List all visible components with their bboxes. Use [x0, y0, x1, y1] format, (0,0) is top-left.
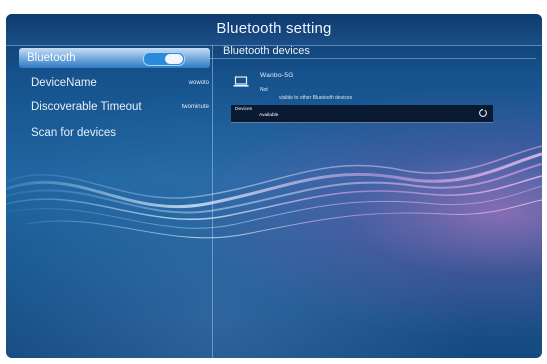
available-devices-bar: Devices Available [231, 105, 493, 123]
section-divider [207, 58, 536, 59]
device-name[interactable]: Wanbo-5G [260, 72, 294, 79]
laptop-icon [233, 76, 249, 87]
sidebar-item-label: Scan for devices [31, 127, 117, 139]
devices-label: Devices [235, 107, 253, 112]
tv-screen: Bluetooth setting Bluetooth DeviceName w… [6, 14, 542, 358]
refresh-icon[interactable] [478, 108, 488, 118]
section-title: Bluetooth devices [223, 45, 310, 57]
sidebar-item-bluetooth[interactable]: Bluetooth [19, 48, 210, 68]
discoverable-timeout-value: twominute [181, 104, 209, 110]
title-bar: Bluetooth setting [6, 14, 542, 46]
settings-sidebar: Bluetooth DeviceName wowoto Discoverable… [6, 45, 212, 358]
sidebar-item-device-name[interactable]: DeviceName wowoto [23, 72, 212, 94]
sidebar-item-label: Discoverable Timeout [31, 101, 142, 113]
toggle-knob [165, 54, 183, 64]
pane-divider [212, 45, 213, 358]
sidebar-item-scan-for-devices[interactable]: Scan for devices [23, 122, 212, 144]
sidebar-item-discoverable-timeout[interactable]: Discoverable Timeout twominute [23, 96, 212, 118]
device-visibility-state: Not [260, 87, 268, 93]
device-visibility-note: visible to other Bluetooth devices [279, 95, 353, 101]
sidebar-item-label: DeviceName [31, 77, 97, 89]
bluetooth-toggle[interactable] [143, 52, 185, 66]
page-title: Bluetooth setting [216, 20, 332, 37]
available-label: Available [259, 113, 279, 118]
sidebar-item-label: Bluetooth [27, 52, 76, 64]
device-name-value: wowoto [188, 80, 209, 86]
